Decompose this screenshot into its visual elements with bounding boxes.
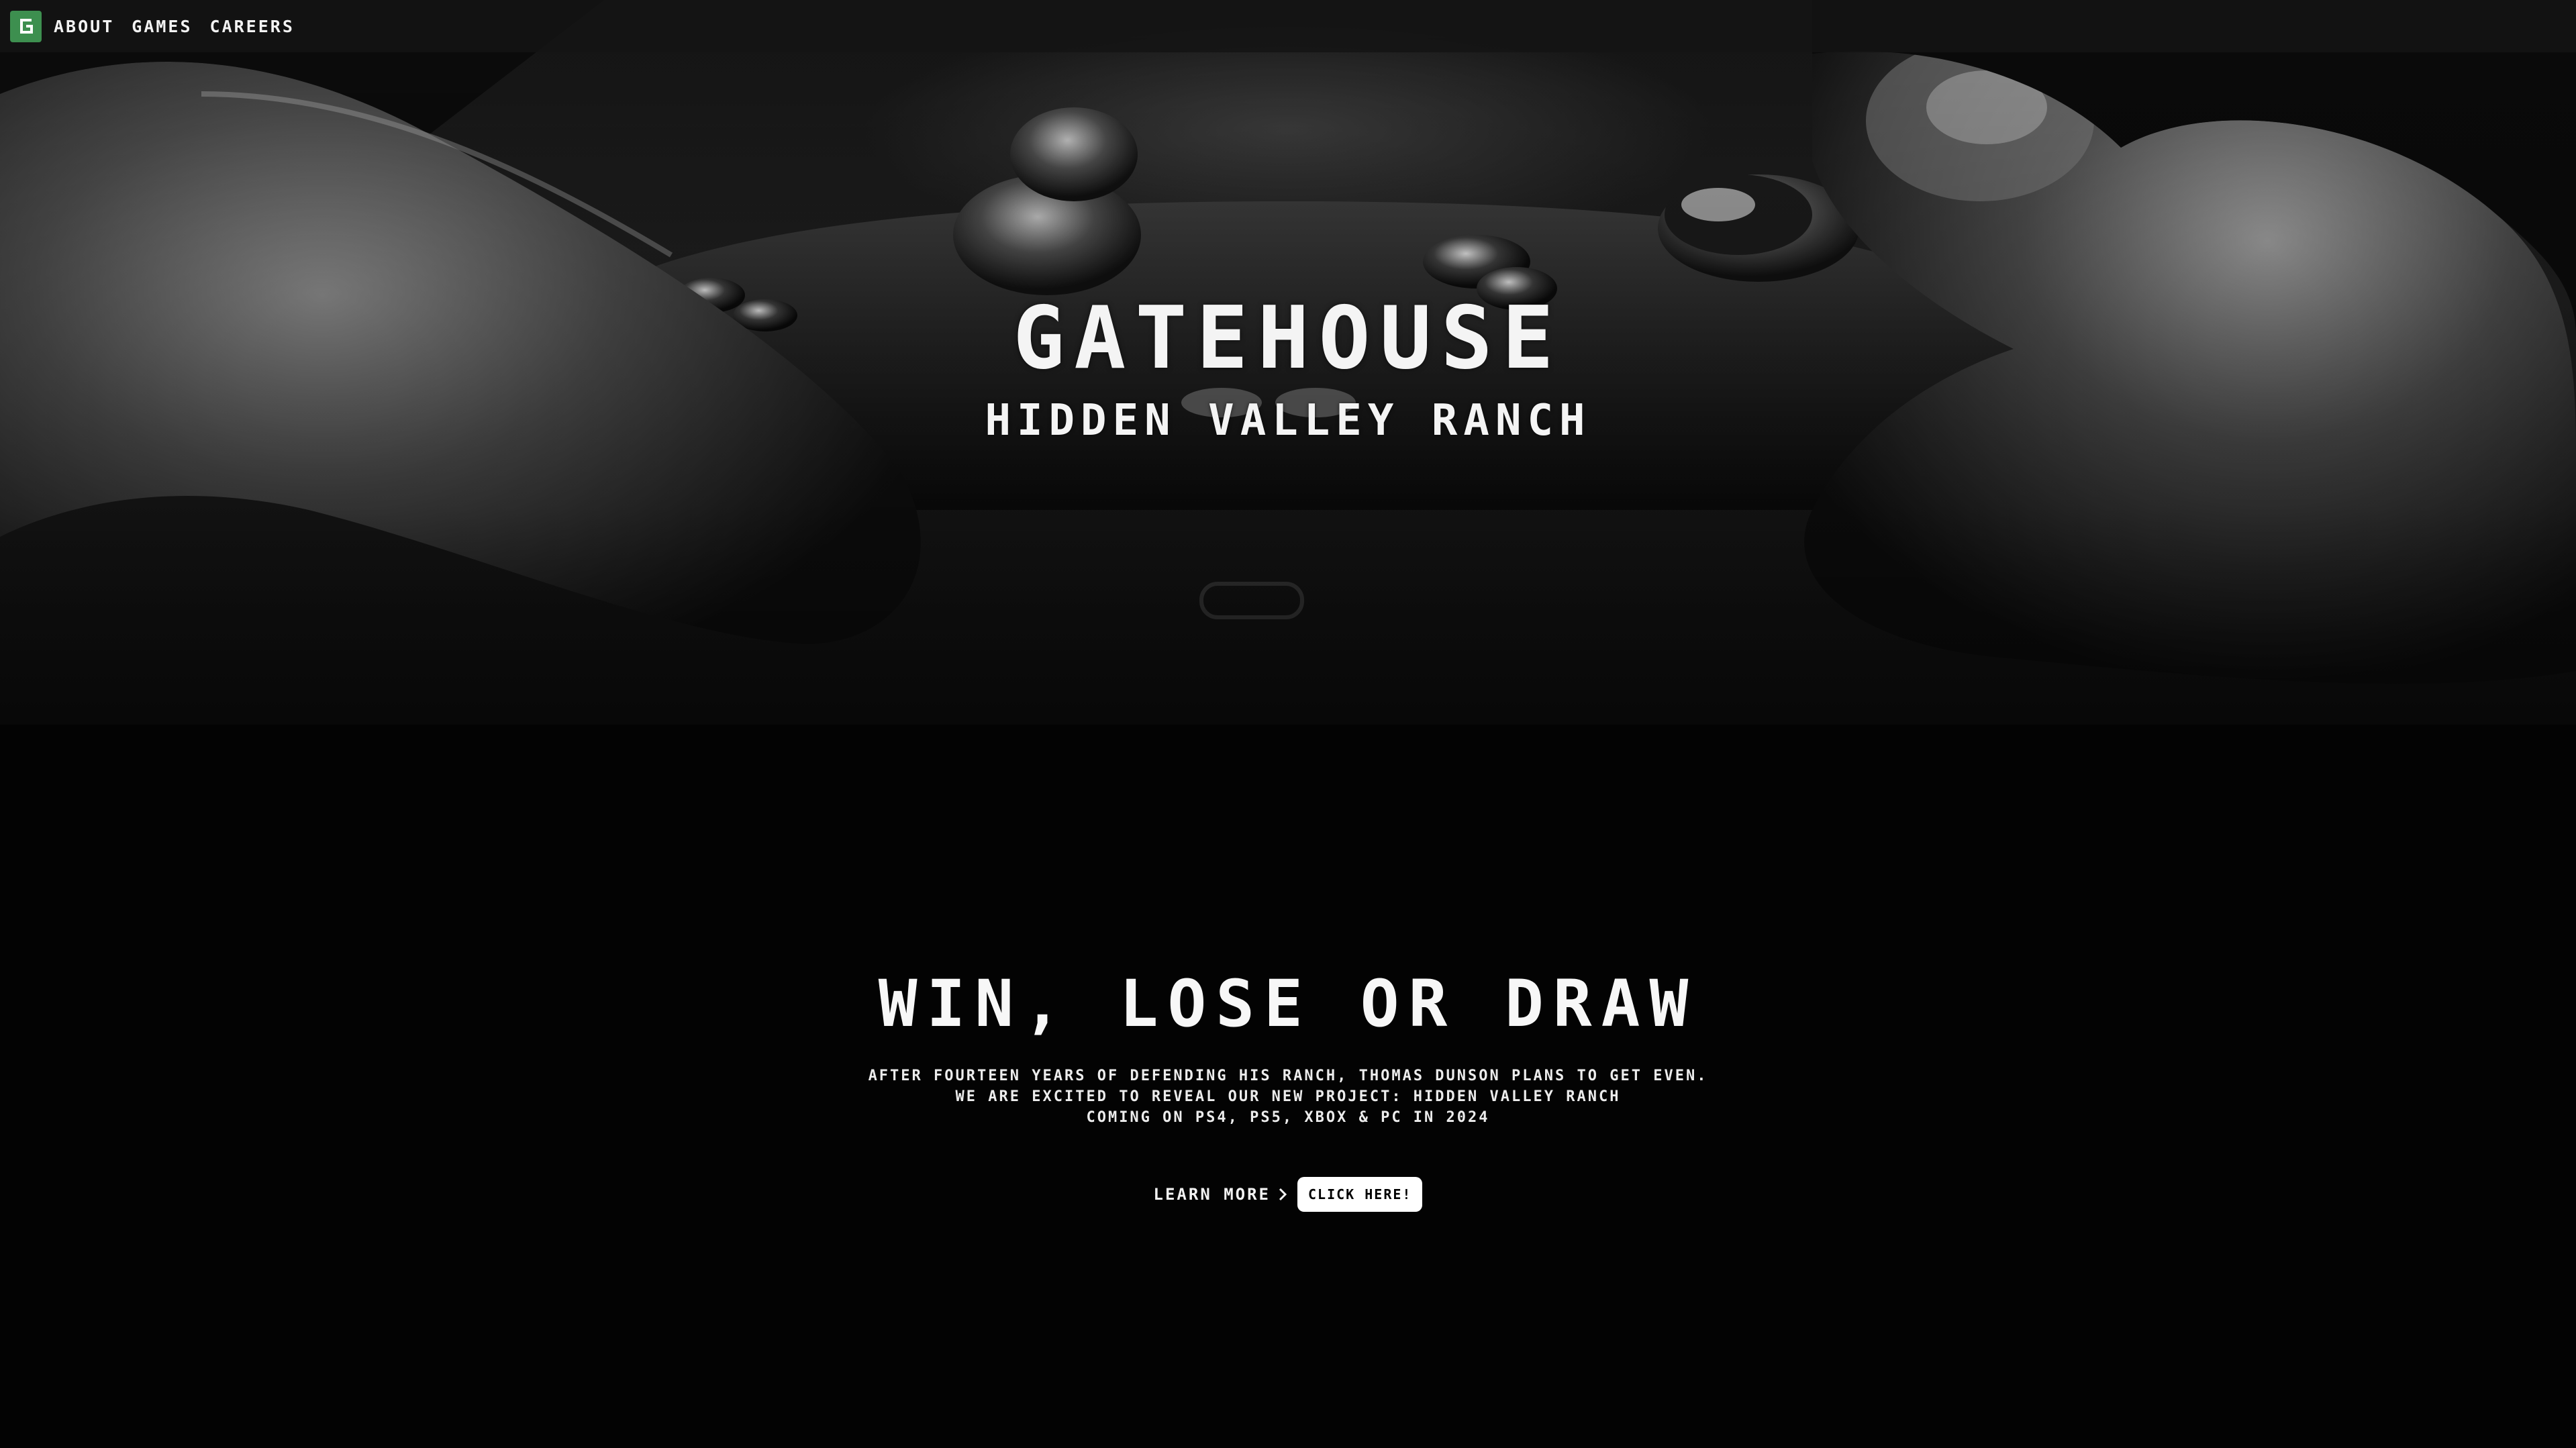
promo-section: WIN, LOSE OR DRAW AFTER FOURTEEN YEARS O… [0, 725, 2576, 1448]
click-here-button[interactable]: CLICK HERE! [1297, 1177, 1423, 1212]
nav-item-about[interactable]: ABOUT [54, 17, 114, 36]
hero-subtitle: HIDDEN VALLEY RANCH [985, 396, 1591, 446]
hero-banner: GATEHOUSE HIDDEN VALLEY RANCH [0, 0, 2576, 725]
learn-more-label: LEARN MORE [1153, 1185, 1271, 1204]
logo-g-icon [19, 19, 33, 34]
nav-item-games[interactable]: GAMES [132, 17, 192, 36]
cta-row: LEARN MORE CLICK HERE! [0, 1177, 2576, 1212]
promo-line: WE ARE EXCITED TO REVEAL OUR NEW PROJECT… [955, 1088, 1621, 1105]
gatehouse-logo[interactable] [10, 10, 42, 42]
nav-item-careers[interactable]: CAREERS [210, 17, 295, 36]
page: GATEHOUSE HIDDEN VALLEY RANCH ABOUT GAME… [0, 0, 2576, 1448]
promo-line: AFTER FOURTEEN YEARS OF DEFENDING HIS RA… [868, 1068, 1708, 1084]
top-nav: ABOUT GAMES CAREERS [0, 0, 2576, 52]
chevron-right-icon [1279, 1188, 1287, 1201]
promo-line: COMING ON PS4, PS5, XBOX & PC IN 2024 [1086, 1109, 1490, 1126]
hero-title: GATEHOUSE [1013, 289, 1563, 389]
nav-links: ABOUT GAMES CAREERS [54, 17, 295, 36]
promo-heading: WIN, LOSE OR DRAW [878, 966, 1698, 1041]
learn-more-link[interactable]: LEARN MORE [1154, 1185, 1289, 1204]
promo-description: AFTER FOURTEEN YEARS OF DEFENDING HIS RA… [0, 1066, 2576, 1128]
